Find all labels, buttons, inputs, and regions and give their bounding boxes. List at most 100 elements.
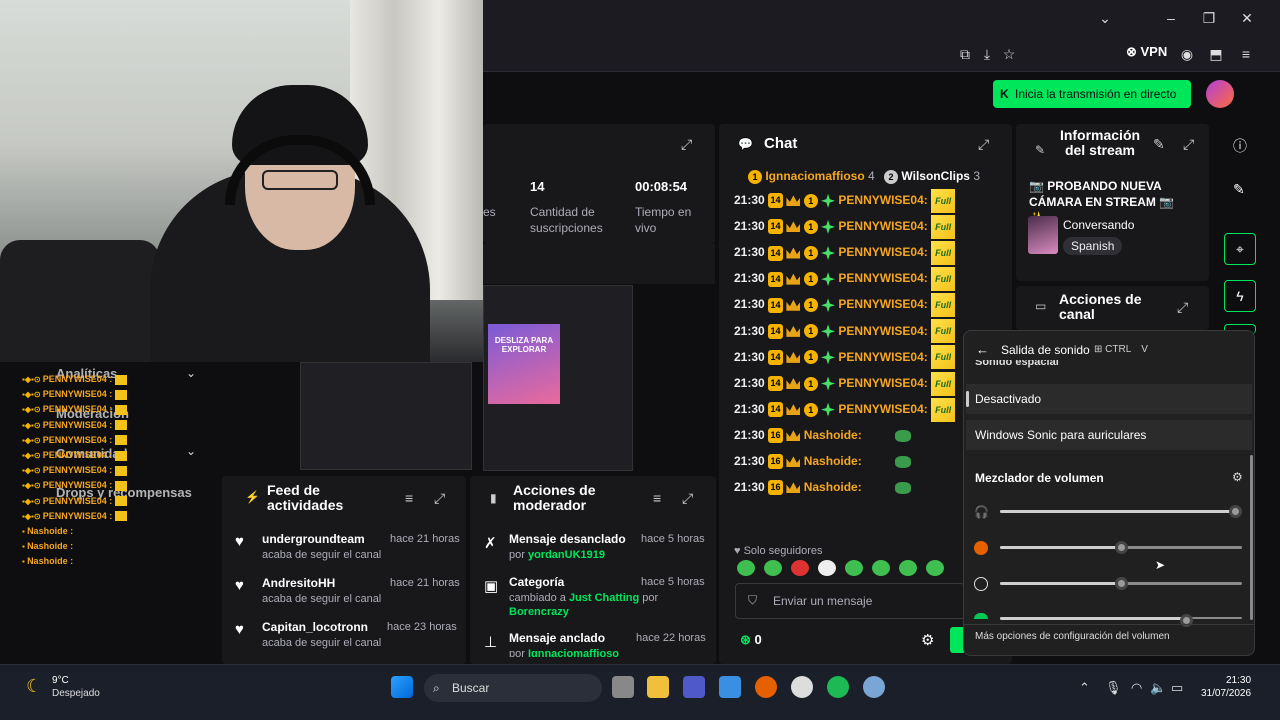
pencil-icon[interactable]: ✎ bbox=[1233, 181, 1245, 198]
mod-user-link[interactable]: Just Chatting bbox=[569, 592, 639, 604]
volume-thumb[interactable] bbox=[1228, 505, 1242, 518]
more-volume-settings-link[interactable]: Más opciones de configuración del volume… bbox=[975, 631, 1170, 642]
emote-button[interactable] bbox=[899, 560, 917, 576]
option-off[interactable]: Desactivado bbox=[966, 384, 1252, 414]
chrome-icon[interactable] bbox=[791, 676, 813, 698]
chat-input[interactable]: ⛉ Enviar un mensaje bbox=[735, 583, 965, 619]
chevron-down-icon[interactable]: ⌄ bbox=[186, 444, 196, 458]
wifi-icon[interactable]: ◠ bbox=[1131, 680, 1142, 696]
info-icon[interactable]: ⓘ bbox=[1233, 136, 1247, 156]
menu-icon[interactable]: ≡ bbox=[1236, 44, 1256, 64]
microphone-icon[interactable]: 🎙 bbox=[1105, 680, 1122, 696]
emote-button[interactable] bbox=[791, 560, 809, 576]
feed-username[interactable]: AndresitoHH bbox=[262, 576, 335, 590]
mod-user-link[interactable]: yordanUK1919 bbox=[528, 549, 605, 561]
volume-slider[interactable] bbox=[1000, 505, 1242, 518]
chat-username[interactable]: Nashoide: bbox=[804, 428, 862, 442]
feed-username[interactable]: Capitan_locotronn bbox=[262, 620, 368, 634]
expand-icon[interactable]: ⤢ bbox=[1183, 136, 1194, 153]
spotify-icon[interactable] bbox=[827, 676, 849, 698]
emote-button[interactable] bbox=[818, 560, 836, 576]
file-explorer-icon[interactable] bbox=[647, 676, 669, 698]
extensions-icon[interactable]: ⬒ bbox=[1206, 44, 1226, 64]
account-icon[interactable]: ◉ bbox=[1177, 44, 1197, 64]
gift-coin-icon: 2 bbox=[884, 169, 899, 184]
clock-date[interactable]: 31/07/2026 bbox=[1201, 688, 1251, 699]
start-button[interactable] bbox=[391, 676, 413, 698]
mini-badges-icon: ▪◆▪⊙ bbox=[22, 511, 43, 521]
close-button[interactable]: ✕ bbox=[1237, 8, 1257, 28]
store-icon[interactable] bbox=[719, 676, 741, 698]
emote-button[interactable] bbox=[926, 560, 944, 576]
volume-slider[interactable] bbox=[1000, 577, 1242, 590]
download-icon[interactable]: ⤓ bbox=[977, 44, 997, 64]
settings-icon[interactable] bbox=[863, 676, 885, 698]
chat-username[interactable]: PENNYWISE04: bbox=[838, 297, 927, 311]
emote-button[interactable] bbox=[764, 560, 782, 576]
heart-icon: ♥ bbox=[235, 533, 244, 550]
expand-icon[interactable]: ⤢ bbox=[682, 490, 693, 507]
expand-icon[interactable]: ⤢ bbox=[681, 136, 692, 153]
chat-username[interactable]: PENNYWISE04: bbox=[838, 219, 927, 233]
go-live-button[interactable]: K Inicia la transmisión en directo bbox=[993, 80, 1191, 108]
chevron-up-icon[interactable]: ⌃ bbox=[1079, 680, 1090, 696]
chat-message: 21:30 14 1 PENNYWISE04: Full bbox=[734, 345, 956, 370]
gear-icon[interactable]: ⚙ bbox=[921, 631, 934, 649]
expand-icon[interactable]: ⤢ bbox=[434, 490, 445, 507]
send-button[interactable] bbox=[950, 627, 964, 653]
chat-username[interactable]: Nashoide: bbox=[804, 454, 862, 468]
chat-username[interactable]: PENNYWISE04: bbox=[838, 350, 927, 364]
expand-icon[interactable]: ⤢ bbox=[978, 136, 989, 153]
mod-user-link[interactable]: Ignnaciomaffioso bbox=[528, 648, 619, 657]
full-emote: Full bbox=[931, 345, 956, 370]
restore-button[interactable]: ❐ bbox=[1199, 8, 1219, 28]
back-arrow-icon[interactable]: ← bbox=[976, 342, 989, 357]
speaker-icon[interactable]: 🔈 bbox=[1150, 680, 1166, 696]
screenshot-icon[interactable]: ⧉ bbox=[955, 44, 975, 64]
chat-username[interactable]: PENNYWISE04: bbox=[838, 376, 927, 390]
divider bbox=[963, 624, 1255, 625]
emote-button[interactable] bbox=[737, 560, 755, 576]
gear-icon[interactable]: ⚙ bbox=[1232, 470, 1243, 484]
expand-icon[interactable]: ⤢ bbox=[1177, 299, 1188, 316]
feed-username[interactable]: undergroundteam bbox=[262, 532, 365, 546]
mini-full-emote bbox=[115, 496, 128, 507]
pepe-emote bbox=[895, 481, 912, 494]
avatar[interactable] bbox=[1206, 80, 1234, 108]
emote-button[interactable] bbox=[845, 560, 863, 576]
volume-slider[interactable] bbox=[1000, 614, 1242, 627]
points-display[interactable]: ⊛ 0 bbox=[740, 632, 762, 648]
minimize-button[interactable]: – bbox=[1161, 8, 1181, 28]
chat-username[interactable]: PENNYWISE04: bbox=[838, 402, 927, 416]
option-windows-sonic[interactable]: Windows Sonic para auriculares bbox=[966, 420, 1252, 450]
pencil-icon[interactable]: ✎ bbox=[1153, 136, 1165, 153]
volume-slider[interactable] bbox=[1000, 541, 1242, 554]
crosshair-icon[interactable]: ⌖ bbox=[1224, 233, 1256, 265]
clock-time[interactable]: 21:30 bbox=[1226, 675, 1251, 686]
volume-thumb[interactable] bbox=[1115, 577, 1128, 590]
lightning-icon[interactable]: ϟ bbox=[1224, 280, 1256, 312]
scrollbar[interactable] bbox=[1250, 455, 1253, 620]
chair bbox=[0, 240, 160, 362]
chevron-down-icon[interactable]: ⌄ bbox=[1095, 8, 1115, 28]
filter-icon[interactable]: ≡ bbox=[653, 490, 661, 506]
teams-icon[interactable] bbox=[683, 676, 705, 698]
chat-username[interactable]: PENNYWISE04: bbox=[838, 193, 927, 207]
vpn-button[interactable]: ⊗ VPN bbox=[1126, 44, 1167, 60]
mod-user-link[interactable]: Borencrazy bbox=[509, 606, 569, 618]
crown-badge-icon bbox=[786, 247, 801, 259]
filter-icon[interactable]: ≡ bbox=[405, 490, 413, 506]
taskbar-search[interactable]: ⌕ Buscar bbox=[424, 674, 602, 702]
chat-username[interactable]: PENNYWISE04: bbox=[838, 324, 927, 338]
chevron-down-icon[interactable]: ⌄ bbox=[186, 366, 196, 380]
sparkle-badge-icon bbox=[821, 402, 836, 417]
battery-icon[interactable]: ▭ bbox=[1171, 680, 1183, 696]
chat-username[interactable]: PENNYWISE04: bbox=[838, 271, 927, 285]
emote-button[interactable] bbox=[872, 560, 890, 576]
bookmark-star-icon[interactable]: ☆ bbox=[999, 44, 1019, 64]
chat-username[interactable]: PENNYWISE04: bbox=[838, 245, 927, 259]
task-view-icon[interactable] bbox=[612, 676, 634, 698]
chat-username[interactable]: Nashoide: bbox=[804, 480, 862, 494]
volume-thumb[interactable] bbox=[1115, 541, 1128, 554]
firefox-icon[interactable] bbox=[755, 676, 777, 698]
